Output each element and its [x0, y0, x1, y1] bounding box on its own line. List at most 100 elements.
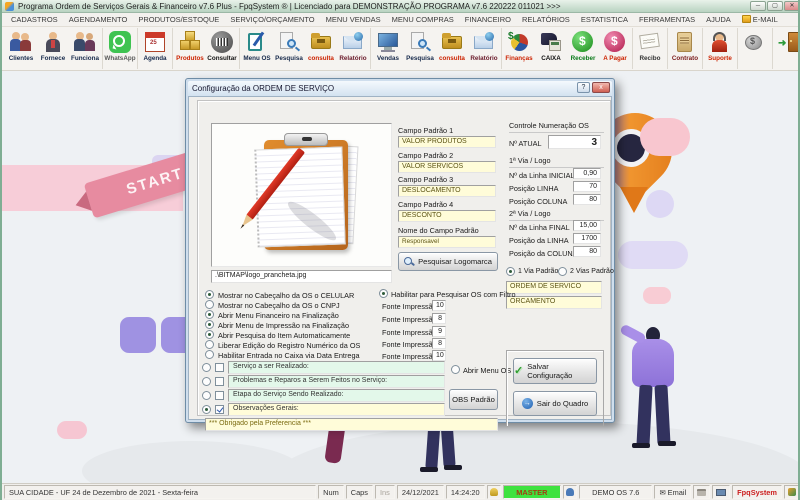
menu-estatistica[interactable]: ESTATISTICA	[576, 15, 633, 24]
toolbar-clientes[interactable]: Clientes	[5, 28, 37, 69]
toolbar-pesquisa-1[interactable]: Pesquisa	[273, 28, 305, 69]
status-num-lock: Num	[318, 485, 344, 499]
menu-produtos-estoque[interactable]: PRODUTOS/ESTOQUE	[133, 15, 224, 24]
toolbar-receber[interactable]: $ Receber	[567, 28, 599, 69]
fonte3-field[interactable]: 9	[432, 326, 446, 337]
status-email[interactable]: ✉Email	[654, 485, 691, 499]
via2-row1-field[interactable]: 15,00	[573, 220, 601, 231]
fonte2-field[interactable]: 8	[432, 313, 446, 324]
dialog-titlebar[interactable]: Configuração da ORDEM DE SERVIÇO ? x	[188, 81, 612, 96]
toolbar-consulta-1[interactable]: consulta	[305, 28, 337, 69]
status-user-icon	[563, 485, 577, 499]
pay-money-icon: $	[603, 30, 627, 54]
contract-icon	[673, 30, 697, 54]
menu-compras[interactable]: MENU COMPRAS	[387, 15, 459, 24]
etapa-servico-field[interactable]: Etapa do Serviço Sendo Realizado:	[228, 389, 445, 402]
opt-cnpj-radio[interactable]	[205, 300, 214, 309]
via1-row2-field[interactable]: 70	[573, 181, 601, 192]
opt-liberar-edicao-radio[interactable]	[205, 340, 214, 349]
toolbar-consultar[interactable]: Consultar	[206, 28, 238, 69]
via1-row3-field[interactable]: 80	[573, 194, 601, 205]
num-atual-field[interactable]: 3	[548, 135, 601, 149]
menu-financeiro[interactable]: FINANCEIRO	[460, 15, 516, 24]
toolbar-contrato[interactable]: Contrato	[669, 28, 701, 69]
menu-vendas[interactable]: MENU VENDAS	[321, 15, 386, 24]
toolbar-recibo[interactable]: Recibo	[634, 28, 666, 69]
menu-cadastros[interactable]: CADASTROS	[6, 15, 63, 24]
menu-servico-orcamento[interactable]: SERVIÇO/ORÇAMENTO	[225, 15, 319, 24]
toolbar-produtos[interactable]: Produtos	[174, 28, 206, 69]
opt-celular-radio[interactable]	[205, 290, 214, 299]
toolbar-exit[interactable]: ➜	[774, 28, 800, 69]
opt-entrada-caixa-radio[interactable]	[205, 350, 214, 359]
toolbar-whatsapp[interactable]: WhatsApp	[104, 28, 136, 69]
obs-padrao-button[interactable]: OBS Padrão	[449, 389, 498, 410]
fonte1-field[interactable]: 10	[432, 300, 446, 311]
radio-1-via-padrao[interactable]	[506, 267, 515, 276]
problemas-reparos-checkbox[interactable]	[215, 377, 224, 386]
preferencia-note-field[interactable]: *** Obrigado pela Preferencia ***	[205, 418, 498, 431]
radio-2-vias-padrao[interactable]	[558, 267, 567, 276]
toolbar-coin[interactable]: $	[739, 28, 771, 69]
abrir-menu-os-radio[interactable]	[451, 365, 460, 374]
filtro-radio[interactable]	[379, 289, 388, 298]
status-printer[interactable]	[693, 485, 710, 499]
campo4-field[interactable]: DESCONTO	[398, 210, 496, 222]
status-monitor[interactable]	[712, 485, 730, 499]
minimize-button[interactable]: ─	[750, 1, 766, 11]
background-pink-chip-right	[640, 118, 690, 156]
menu-relatorios[interactable]: RELATÓRIOS	[517, 15, 575, 24]
problemas-reparos-field[interactable]: Problemas e Reparos a Serem Feitos no Se…	[228, 375, 445, 388]
toolbar-relatorio-1[interactable]: Relatório	[337, 28, 369, 69]
toolbar-funciona[interactable]: Funciona	[69, 28, 101, 69]
toolbar-fornece[interactable]: Fornece	[37, 28, 69, 69]
toolbar-menu-os[interactable]: Menu OS	[241, 28, 273, 69]
opt-pesquisa-item-radio[interactable]	[205, 330, 214, 339]
observacoes-gerais-field[interactable]: Observações Gerais:	[228, 403, 445, 416]
observacoes-gerais-radio[interactable]	[202, 405, 211, 414]
toolbar-caixa[interactable]: CAIXA	[535, 28, 567, 69]
servico-realizado-radio[interactable]	[202, 363, 211, 372]
nome-campo-field[interactable]: Responsavel	[398, 236, 496, 248]
logo-path-field[interactable]: .\BITMAP\logo_prancheta.jpg	[211, 270, 392, 283]
toolbar-vendas[interactable]: Vendas	[372, 28, 404, 69]
ordem-servico-name-field[interactable]: ORDEM DE SERVICO	[506, 281, 602, 294]
via2-row3-field[interactable]: 80	[573, 246, 601, 257]
dialog-help-button[interactable]: ?	[577, 82, 590, 93]
menu-ajuda[interactable]: AJUDA	[701, 15, 736, 24]
toolbar-a-pagar[interactable]: $ A Pagar	[599, 28, 631, 69]
campo1-field[interactable]: VALOR PRODUTOS	[398, 136, 496, 148]
via1-row1-field[interactable]: 0,90	[573, 168, 601, 179]
maximize-button[interactable]: ▢	[767, 1, 783, 11]
opt-menu-financeiro-radio[interactable]	[205, 310, 214, 319]
toolbar-financas[interactable]: $ Finanças	[503, 28, 535, 69]
menu-agendamento[interactable]: AGENDAMENTO	[64, 15, 133, 24]
toolbar-agenda[interactable]: 25 Agenda	[139, 28, 171, 69]
servico-realizado-checkbox[interactable]	[215, 363, 224, 372]
etapa-servico-checkbox[interactable]	[215, 391, 224, 400]
toolbar-suporte[interactable]: Suporte	[704, 28, 736, 69]
toolbar-relatorio-2[interactable]: Relatório	[468, 28, 500, 69]
fonte4-field[interactable]: 8	[432, 338, 446, 349]
via2-row2-field[interactable]: 1700	[573, 233, 601, 244]
servico-realizado-field[interactable]: Serviço a ser Realizado:	[228, 361, 445, 374]
menu-ferramentas[interactable]: FERRAMENTAS	[634, 15, 700, 24]
campo2-field[interactable]: VALOR SERVICOS	[398, 161, 496, 173]
etapa-servico-radio[interactable]	[202, 391, 211, 400]
opt-menu-impressao-radio[interactable]	[205, 320, 214, 329]
problemas-reparos-radio[interactable]	[202, 377, 211, 386]
sair-do-quadro-button[interactable]: → Sair do Quadro	[513, 391, 597, 416]
dialog-close-button[interactable]: x	[592, 82, 610, 93]
status-caps-lock: Caps	[346, 485, 373, 499]
fonte5-field[interactable]: 10	[432, 350, 446, 361]
salvar-configuracao-button[interactable]: ✓ Salvar Configuração	[513, 358, 597, 384]
close-button[interactable]: ✕	[784, 1, 800, 11]
employees-icon	[73, 30, 97, 54]
campo3-field[interactable]: DESLOCAMENTO	[398, 185, 496, 197]
orcamento-name-field[interactable]: ORCAMENTO	[506, 296, 602, 309]
observacoes-gerais-checkbox[interactable]	[215, 405, 224, 414]
pesquisar-logomarca-button[interactable]: Pesquisar Logomarca	[398, 252, 498, 271]
menu-email[interactable]: E-MAIL	[737, 15, 783, 24]
toolbar-consulta-2[interactable]: consulta	[436, 28, 468, 69]
toolbar-pesquisa-2[interactable]: Pesquisa	[404, 28, 436, 69]
